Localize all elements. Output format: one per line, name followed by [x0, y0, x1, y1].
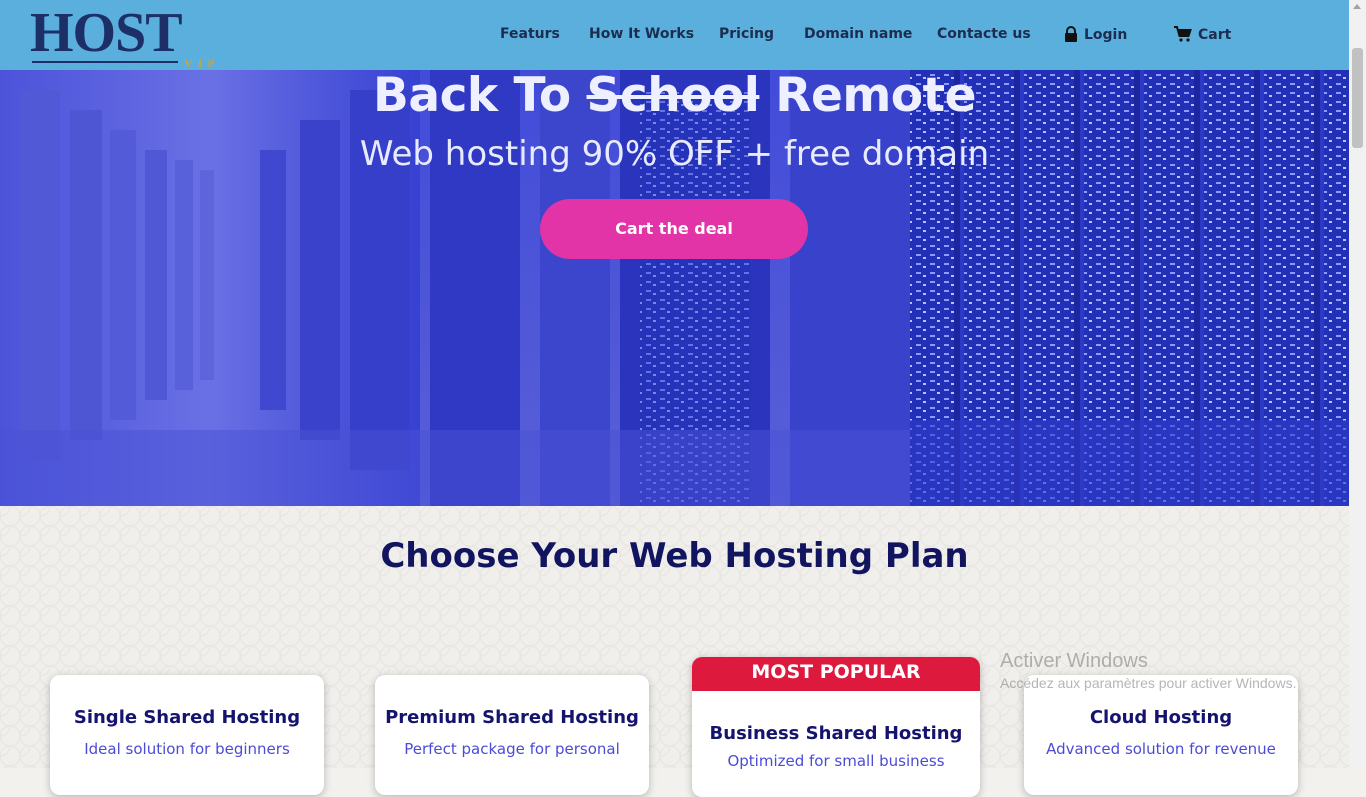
plans-section: Choose Your Web Hosting Plan Single Shar…	[0, 506, 1349, 797]
main-nav: Featurs How It Works Pricing Domain name…	[0, 0, 1349, 70]
page-scrollbar[interactable]	[1349, 0, 1366, 768]
cart-label: Cart	[1198, 27, 1232, 43]
lock-icon	[1065, 26, 1077, 42]
scroll-up-arrow-icon[interactable]	[1353, 4, 1361, 9]
nav-item-domain-name[interactable]: Domain name	[804, 26, 912, 42]
site-header: HOST VIP Featurs How It Works Pricing Do…	[0, 0, 1349, 70]
watermark-subtitle: Accédez aux paramètres pour activer Wind…	[1000, 675, 1297, 691]
hero-title-struck-word: School	[586, 68, 760, 123]
hero-banner: Back To School Remote Web hosting 90% OF…	[0, 0, 1349, 506]
watermark-title: Activer Windows	[1000, 650, 1148, 672]
plan-name: Cloud Hosting	[1089, 707, 1233, 728]
nav-item-featurs[interactable]: Featurs	[500, 26, 560, 42]
plan-name: Premium Shared Hosting	[385, 707, 639, 728]
plan-description: Advanced solution for revenue	[1046, 740, 1276, 758]
hero-subtitle: Web hosting 90% OFF + free domain	[359, 134, 990, 174]
plan-description: Perfect package for personal	[404, 740, 620, 758]
plan-card-single[interactable]: Single Shared Hosting Ideal solution for…	[50, 675, 324, 795]
nav-item-how-it-works[interactable]: How It Works	[589, 26, 694, 42]
plan-name: Business Shared Hosting	[709, 723, 963, 744]
plan-description: Ideal solution for beginners	[84, 740, 290, 758]
plan-description: Optimized for small business	[727, 752, 945, 770]
plan-card-business[interactable]: MOST POPULAR Business Shared Hosting Opt…	[692, 657, 980, 797]
shopping-cart-icon	[1174, 26, 1192, 42]
hero-title: Back To School Remote	[373, 68, 976, 123]
plans-heading: Choose Your Web Hosting Plan	[380, 536, 969, 576]
plan-card-premium[interactable]: Premium Shared Hosting Perfect package f…	[375, 675, 649, 795]
scrollbar-thumb[interactable]	[1352, 48, 1363, 148]
nav-item-pricing[interactable]: Pricing	[719, 26, 774, 42]
plan-name: Single Shared Hosting	[73, 707, 301, 728]
login-link[interactable]: Login	[1064, 26, 1127, 43]
login-label: Login	[1084, 27, 1128, 43]
windows-activation-watermark: Activer Windows Accédez aux paramètres p…	[1000, 650, 1296, 691]
plan-card-cloud[interactable]: Cloud Hosting Advanced solution for reve…	[1024, 675, 1298, 795]
cart-the-deal-button[interactable]: Cart the deal	[540, 199, 808, 259]
nav-item-contact[interactable]: Contacte us	[937, 26, 1031, 42]
most-popular-badge: MOST POPULAR	[692, 657, 980, 691]
cart-link[interactable]: Cart	[1174, 26, 1231, 43]
